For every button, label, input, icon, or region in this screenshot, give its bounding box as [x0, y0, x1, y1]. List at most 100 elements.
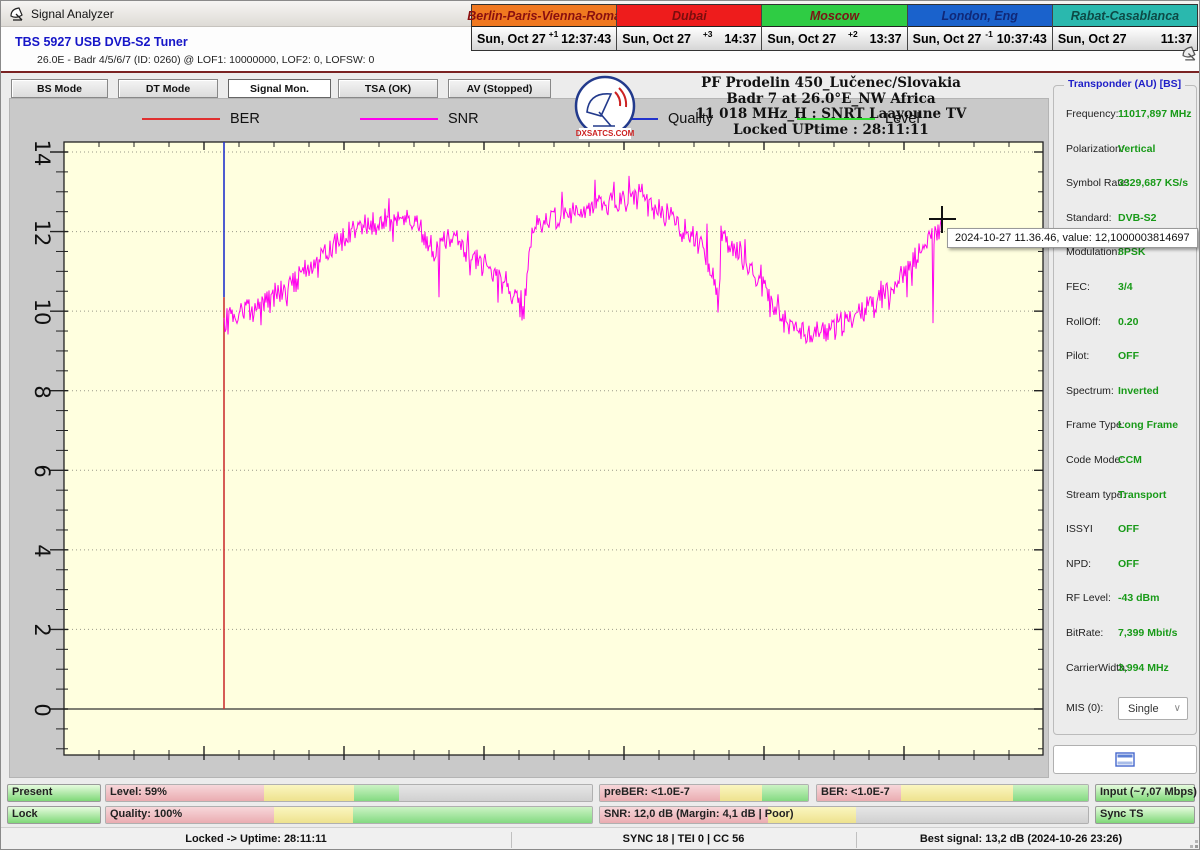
world-clocks-panel: Berlin-Paris-Vienna-RomaSun, Oct 27+112:… [471, 4, 1198, 51]
tuner-details: 26.0E - Badr 4/5/6/7 (ID: 0260) @ LOF1: … [37, 54, 374, 66]
transponder-value: Long Frame [1118, 419, 1178, 431]
clock-city-label: Berlin-Paris-Vienna-Roma [472, 5, 616, 27]
transponder-value: OFF [1118, 350, 1139, 362]
transponder-row: RollOff:0.20 [1054, 316, 1198, 336]
transponder-label: Spectrum: [1066, 385, 1114, 397]
crosshair-cursor-h [929, 218, 956, 220]
status-pill-present: Present [7, 784, 101, 802]
transponder-row: NPD:OFF [1054, 558, 1198, 578]
transponder-row: Frame Type:Long Frame [1054, 419, 1198, 439]
meter-segment-yellow [274, 807, 353, 823]
transponder-label: Pilot: [1066, 350, 1089, 362]
transponder-panel: Transponder (AU) [BS] Frequency:11017,89… [1053, 85, 1197, 735]
y-tick-label: 0 [28, 695, 54, 725]
clock-date: Sun, Oct 27 [913, 32, 982, 46]
clock-city-label: Rabat-Casablanca [1053, 5, 1197, 27]
transponder-value: 0.20 [1118, 316, 1138, 328]
meter-segment-green [353, 807, 592, 823]
signal-analyzer-window: Signal Analyzer TBS 5927 USB DVB-S2 Tune… [0, 0, 1200, 850]
transponder-row: BitRate: 7,399 Mbit/s [1054, 627, 1198, 647]
legend-item-ber: BER [142, 111, 260, 127]
clock-time: 11:37 [1161, 32, 1192, 46]
y-tick-label: 10 [28, 297, 54, 327]
transponder-value: 3,994 MHz [1118, 662, 1169, 674]
meter-label: SNR: 12,0 dB (Margin: 4,1 dB | Poor) [604, 808, 794, 820]
y-tick-label: 8 [28, 377, 54, 407]
measurement-header: PF Prodelin 450_Lučenec/Slovakia Badr 7 … [621, 76, 1041, 138]
meter-segment-gray [856, 807, 1088, 823]
meter-segment-green [762, 785, 808, 801]
tab-signal-mon-[interactable]: Signal Mon. [228, 79, 331, 98]
meter-segment-yellow [264, 785, 353, 801]
clock-time-cell: Sun, Oct 27+213:37 [762, 27, 906, 50]
meter-bar-ber: BER: <1.0E-7 [816, 784, 1089, 802]
tab-tsa-ok-[interactable]: TSA (OK) [338, 79, 438, 98]
transponder-label: ISSYI [1066, 523, 1093, 535]
clock-time: 12:37:43 [561, 32, 611, 46]
transponder-value: Transport [1118, 489, 1166, 501]
transponder-value: Vertical [1118, 143, 1155, 155]
transponder-row: Pilot: OFF [1054, 350, 1198, 370]
transponder-label: Frame Type: [1066, 419, 1125, 431]
logo-text: DXSATCS.COM [576, 129, 635, 138]
tab-av-stopped-[interactable]: AV (Stopped) [448, 79, 551, 98]
clock-date: Sun, Oct 27 [1058, 32, 1127, 46]
clock-time-cell: Sun, Oct 27-110:37:43 [908, 27, 1052, 50]
mis-select[interactable]: Single ∨ [1118, 697, 1188, 720]
meter-label: Level: 59% [110, 786, 167, 798]
legend-label: BER [230, 111, 260, 127]
meter-bar-snr: SNR: 12,0 dB (Margin: 4,1 dB | Poor) [599, 806, 1089, 824]
tab-dt-mode[interactable]: DT Mode [118, 79, 218, 98]
transponder-row: Symbol Rate:3329,687 KS/s [1054, 177, 1198, 197]
chevron-down-icon: ∨ [1174, 703, 1187, 714]
transponder-row: CarrierWidth:3,994 MHz [1054, 662, 1198, 682]
transponder-value: CCM [1118, 454, 1142, 466]
transponder-label: Polarization: [1066, 143, 1124, 155]
y-tick-label: 12 [28, 218, 54, 248]
transponder-row: FEC: 3/4 [1054, 281, 1198, 301]
meter-segment-gray [399, 785, 592, 801]
meter-segment-green [354, 785, 399, 801]
status-pill-input: Input (~7,07 Mbps) [1095, 784, 1195, 802]
transponder-value: DVB-S2 [1118, 212, 1157, 224]
transponder-label: BitRate: [1066, 627, 1103, 639]
header-line-4: Locked UPtime : 28:11:11 [621, 123, 1041, 139]
log-list-icon [1115, 752, 1135, 767]
clock-utc-offset: +3 [691, 29, 724, 39]
transponder-label: FEC: [1066, 281, 1090, 293]
clock-date: Sun, Oct 27 [622, 32, 691, 46]
header-line-3: 11 018 MHz_H : SNRT Laayoune TV [621, 107, 1041, 123]
transponder-value: 7,399 Mbit/s [1118, 627, 1178, 639]
clock-time: 14:37 [724, 32, 756, 46]
meter-label: Quality: 100% [110, 808, 182, 820]
transponder-value: -43 dBm [1118, 592, 1159, 604]
transponder-label: Code Mode: [1066, 454, 1123, 466]
legend-item-snr: SNR [360, 111, 479, 127]
app-dish-icon [9, 6, 25, 22]
snr-plot[interactable] [10, 99, 1048, 777]
transponder-row: Frequency:11017,897 MHz [1054, 108, 1198, 128]
transponder-row: ISSYIOFF [1054, 523, 1198, 543]
clock-column-dubai: DubaiSun, Oct 27+314:37 [617, 5, 762, 50]
meter-label: BER: <1.0E-7 [821, 786, 890, 798]
clock-city-label: Moscow [762, 5, 906, 27]
y-tick-label: 2 [28, 615, 54, 645]
clock-time: 13:37 [870, 32, 902, 46]
clock-utc-offset: +2 [836, 29, 869, 39]
clock-time-cell: Sun, Oct 27 11:37 [1053, 27, 1197, 50]
transponder-value: 8PSK [1118, 246, 1145, 258]
transponder-label: NPD: [1066, 558, 1091, 570]
status-best-signal: Best signal: 13,2 dB (2024-10-26 23:26) [856, 833, 1186, 845]
mini-dish-icon [1181, 45, 1198, 62]
pill-label: Input (~7,07 Mbps) [1100, 786, 1197, 798]
window-title: Signal Analyzer [31, 7, 114, 21]
resize-grip[interactable] [1188, 838, 1198, 848]
tab-bs-mode[interactable]: BS Mode [11, 79, 108, 98]
legend-swatch-snr [360, 118, 438, 120]
transponder-value: 3/4 [1118, 281, 1133, 293]
status-pill-syncts: Sync TS [1095, 806, 1195, 824]
transponder-row: Stream type:Transport [1054, 489, 1198, 509]
log-export-button[interactable] [1053, 745, 1197, 774]
transponder-row: Spectrum:Inverted [1054, 385, 1198, 405]
y-tick-label: 14 [28, 138, 54, 168]
